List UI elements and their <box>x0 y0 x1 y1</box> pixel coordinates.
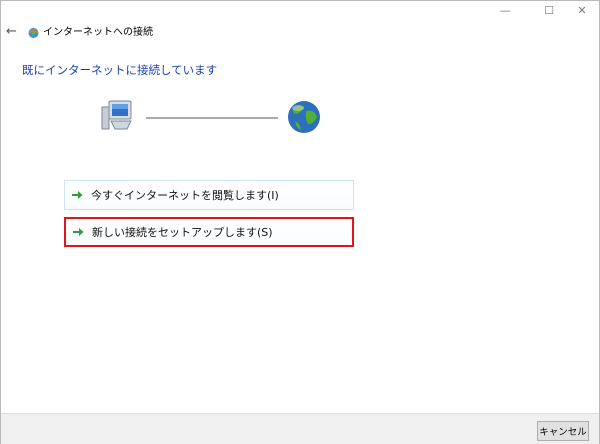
computer-icon <box>101 100 132 130</box>
connection-illustration <box>101 100 320 133</box>
maximize-button[interactable]: ☐ <box>534 1 564 19</box>
close-button[interactable]: ✕ <box>567 1 597 19</box>
minimize-button[interactable]: — <box>490 1 520 19</box>
footer-bar: キャンセル <box>1 413 599 444</box>
browse-internet-option[interactable]: 今すぐインターネットを閲覧します(I) <box>64 180 354 210</box>
window-title: インターネットへの接続 <box>43 27 153 38</box>
green-arrow-icon <box>73 228 84 236</box>
setup-new-connection-label: 新しい接続をセットアップします(S) <box>92 226 273 239</box>
navigation-header: ← インターネットへの接続 <box>1 21 599 45</box>
back-button[interactable]: ← <box>6 24 20 40</box>
internet-connection-window: — ☐ ✕ ← インターネットへの接続 既にインターネットに接続しています 今す… <box>0 0 600 444</box>
back-arrow-icon: ← <box>6 24 17 39</box>
globe-icon <box>288 101 320 133</box>
setup-new-connection-option[interactable]: 新しい接続をセットアップします(S) <box>64 217 354 247</box>
browse-internet-label: 今すぐインターネットを閲覧します(I) <box>91 189 279 202</box>
cancel-button[interactable]: キャンセル <box>537 421 589 441</box>
green-arrow-icon <box>72 191 83 199</box>
page-heading: 既にインターネットに接続しています <box>22 63 218 77</box>
network-icon <box>28 28 39 38</box>
title-bar: — ☐ ✕ <box>1 1 599 21</box>
